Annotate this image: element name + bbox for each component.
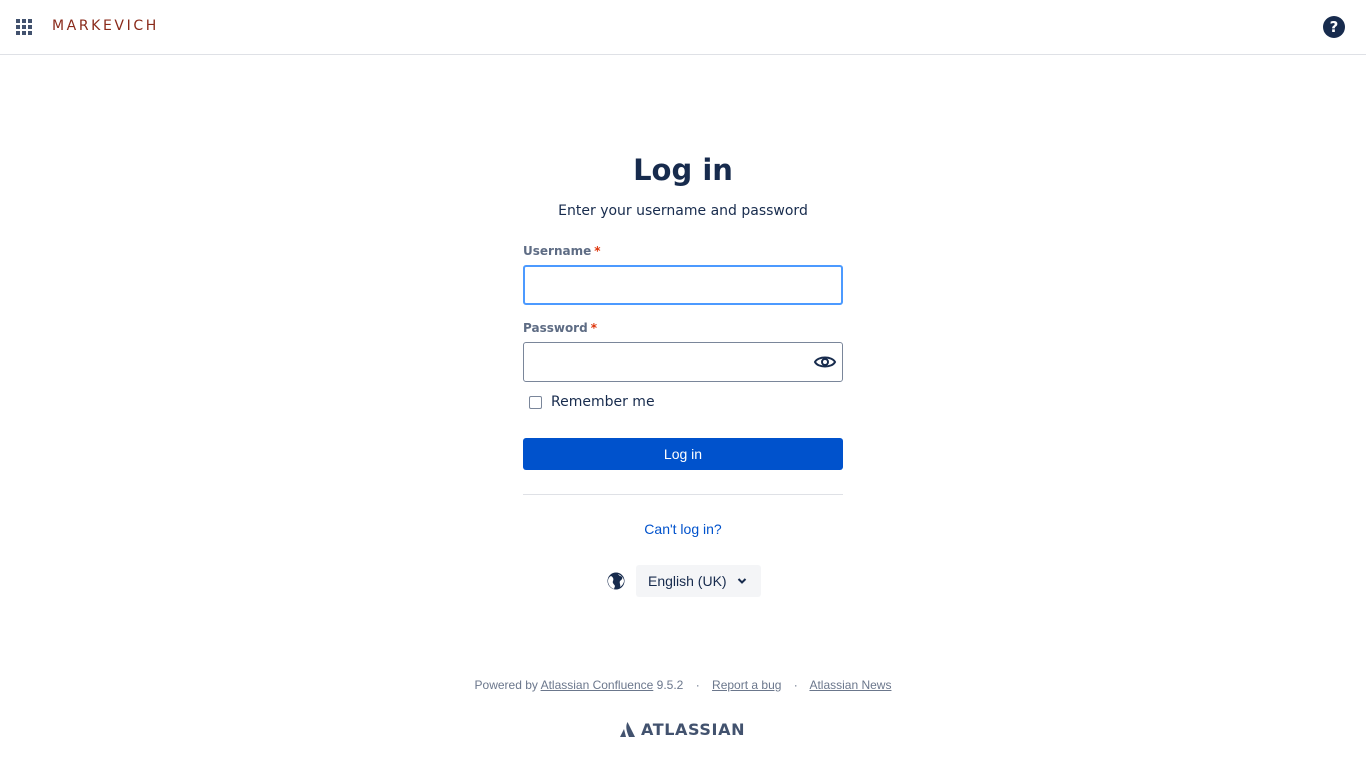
footer-separator: · [695,678,700,692]
show-password-eye-icon[interactable] [813,351,837,373]
password-field-wrapper [523,342,843,382]
password-input[interactable] [523,342,843,382]
version-text: 9.5.2 [656,678,684,692]
top-navigation-bar: MARKEVICH ? [0,0,1366,55]
login-form: Log in Enter your username and password … [523,150,843,537]
atlassian-wordmark: ATLASSIAN [641,720,746,739]
footer: Powered by Atlassian Confluence 9.5.2 · … [0,678,1366,692]
password-label-text: Password [523,321,588,335]
username-label-text: Username [523,244,592,258]
username-label: Username * [523,243,843,259]
atlassian-news-link[interactable]: Atlassian News [809,678,891,692]
site-logo[interactable]: MARKEVICH [52,18,159,34]
language-dropdown[interactable]: English (UK) [636,565,761,597]
remember-me-checkbox[interactable] [529,395,542,409]
powered-by-text: Powered by [474,678,538,692]
language-selector-row: English (UK) [606,565,761,597]
login-subtitle: Enter your username and password [558,203,808,219]
globe-icon [607,572,625,590]
remember-me-row: Remember me [523,394,843,410]
footer-separator: · [793,678,798,692]
password-label: Password * [523,320,843,336]
username-input[interactable] [523,265,843,305]
confluence-link[interactable]: Atlassian Confluence [541,678,654,692]
login-button[interactable]: Log in [523,438,843,470]
page-title: Log in [633,153,733,187]
atlassian-logo: ATLASSIAN [619,720,745,739]
remember-me-label[interactable]: Remember me [551,394,655,410]
report-bug-link[interactable]: Report a bug [712,678,781,692]
atlassian-mark-icon [620,722,635,737]
divider [523,494,843,495]
required-marker: * [590,321,597,335]
chevron-down-icon [737,578,746,584]
required-marker: * [594,244,601,258]
help-question-icon[interactable]: ? [1323,16,1345,38]
app-switcher-grid-icon[interactable] [16,19,33,36]
language-selected-value: English (UK) [648,573,727,589]
cant-login-link[interactable]: Can't log in? [523,521,843,537]
